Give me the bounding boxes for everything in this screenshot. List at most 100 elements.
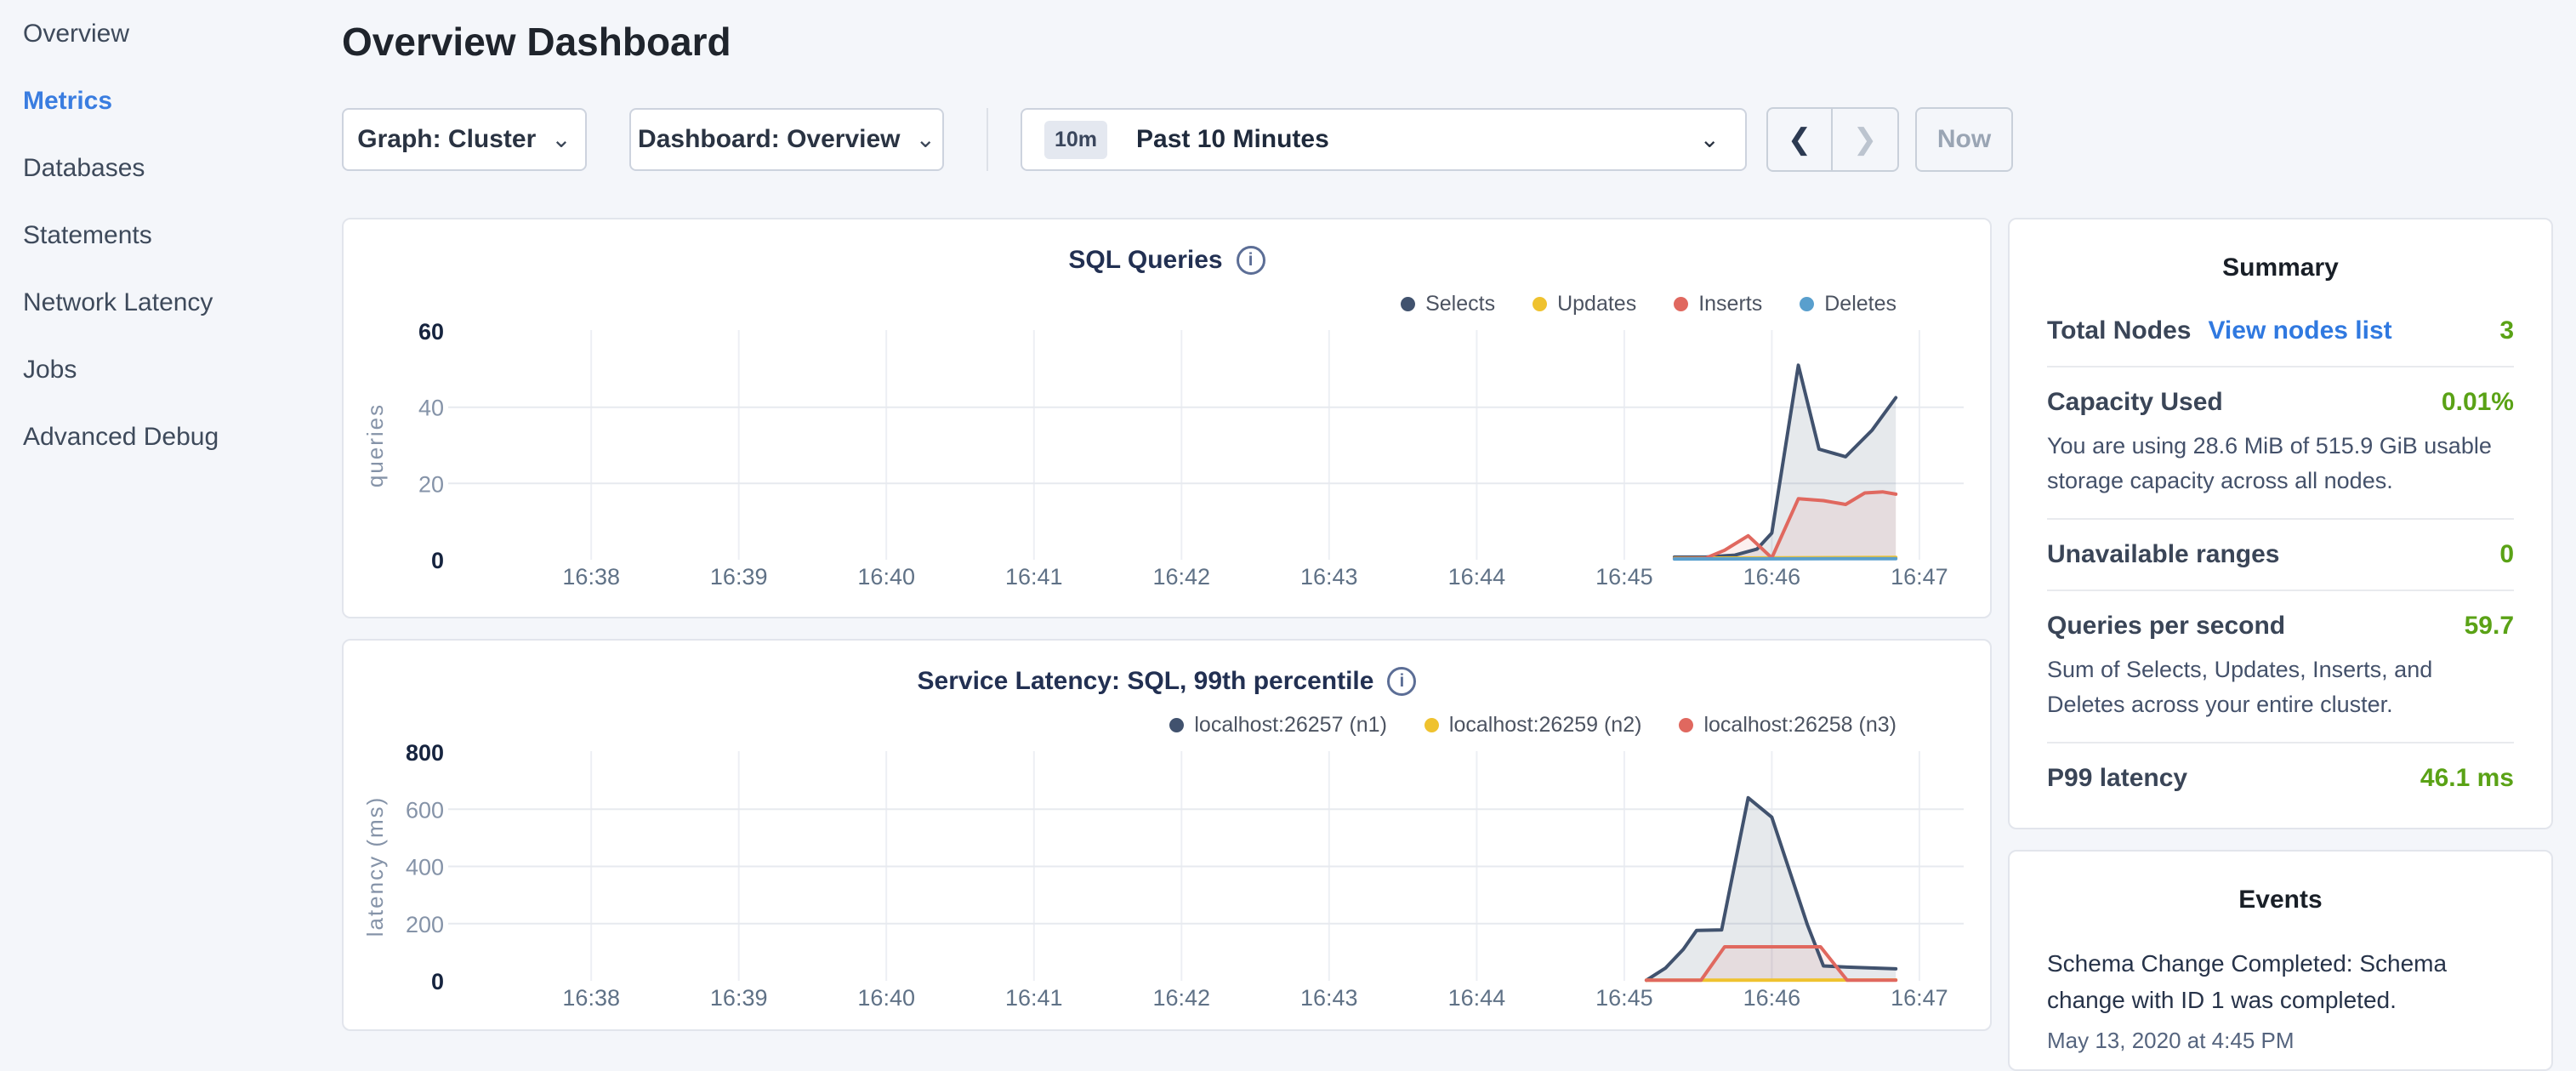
summary-row-value: 3 [2499, 316, 2514, 345]
view-nodes-list-link[interactable]: View nodes list [2208, 316, 2391, 345]
graph-dropdown[interactable]: Graph: Cluster ⌄ [342, 108, 587, 171]
chevron-right-icon: ❯ [1853, 122, 1878, 157]
svg-text:16:38: 16:38 [562, 985, 620, 1011]
legend-dot-icon [1424, 718, 1439, 732]
legend-dot-icon [1674, 297, 1688, 311]
sidebar-item-overview[interactable]: Overview [0, 0, 342, 67]
dashboard-dropdown[interactable]: Dashboard: Overview ⌄ [629, 108, 944, 171]
legend-item: localhost:26258 (n3) [1679, 713, 1896, 738]
summary-panel: Summary Total Nodes View nodes list 3 Ca… [2008, 218, 2553, 829]
summary-row-label: Total Nodes [2047, 316, 2191, 345]
chart-title: SQL Queries [1068, 246, 1222, 275]
svg-text:16:47: 16:47 [1891, 564, 1948, 590]
summary-row-total-nodes: Total Nodes View nodes list 3 [2047, 296, 2514, 367]
legend-item: Deletes [1800, 292, 1896, 316]
time-step-buttons: ❮ ❯ [1766, 107, 1899, 172]
summary-row-unavailable-ranges: Unavailable ranges 0 [2047, 520, 2514, 591]
service-latency-plot[interactable]: 16:3816:3916:4016:4116:4216:4316:4416:45… [344, 743, 1990, 1023]
svg-text:16:44: 16:44 [1448, 564, 1506, 590]
chart-title: Service Latency: SQL, 99th percentile [918, 667, 1374, 696]
svg-text:queries: queries [362, 403, 388, 487]
summary-row-label: P99 latency [2047, 764, 2187, 793]
legend-dot-icon [1800, 297, 1814, 311]
summary-row-queries-per-second: Queries per second 59.7 Sum of Selects, … [2047, 591, 2514, 743]
time-range-badge: 10m [1044, 121, 1107, 159]
legend-dot-icon [1679, 718, 1693, 732]
summary-row-value: 59.7 [2465, 612, 2514, 641]
content-area: SQL Queries i SelectsUpdatesInsertsDelet… [342, 218, 2576, 1071]
page-title: Overview Dashboard [342, 19, 2576, 65]
summary-row-label: Queries per second [2047, 612, 2285, 641]
chevron-down-icon: ⌄ [1700, 128, 1720, 151]
now-button[interactable]: Now [1915, 107, 2013, 172]
svg-text:0: 0 [431, 548, 444, 573]
summary-row-p99-latency: P99 latency 46.1 ms [2047, 743, 2514, 813]
svg-text:0: 0 [431, 969, 444, 994]
event-item-text[interactable]: Schema Change Completed: Schema change w… [2047, 945, 2514, 1019]
legend-item: localhost:26259 (n2) [1424, 713, 1642, 738]
summary-row-label: Capacity Used [2047, 388, 2223, 417]
next-time-button[interactable]: ❯ [1833, 109, 1897, 170]
svg-text:600: 600 [406, 797, 444, 823]
sidebar-item-advanced-debug[interactable]: Advanced Debug [0, 403, 342, 470]
service-latency-chart-card: Service Latency: SQL, 99th percentile i … [342, 639, 1992, 1031]
svg-text:16:39: 16:39 [710, 985, 768, 1011]
event-item-timestamp: May 13, 2020 at 4:45 PM [2047, 1028, 2514, 1054]
chart-legend: localhost:26257 (n1) localhost:26259 (n2)… [344, 710, 1990, 739]
svg-text:60: 60 [418, 322, 444, 345]
legend-label: localhost:26257 (n1) [1194, 713, 1387, 738]
toolbar: Graph: Cluster ⌄ Dashboard: Overview ⌄ 1… [342, 107, 2576, 172]
info-icon[interactable]: i [1237, 246, 1265, 275]
graph-dropdown-label: Graph: Cluster [357, 125, 536, 154]
summary-title: Summary [2047, 254, 2514, 282]
chart-title-row: Service Latency: SQL, 99th percentile i [344, 664, 1990, 698]
summary-row-capacity-used: Capacity Used 0.01% You are using 28.6 M… [2047, 367, 2514, 520]
sidebar-item-statements[interactable]: Statements [0, 202, 342, 269]
svg-text:latency (ms): latency (ms) [362, 796, 388, 937]
legend-label: Inserts [1698, 292, 1762, 316]
sidebar: OverviewMetricsDatabasesStatementsNetwor… [0, 0, 342, 1051]
sql-queries-plot[interactable]: 16:3816:3916:4016:4116:4216:4316:4416:45… [344, 322, 1990, 602]
sidebar-item-jobs[interactable]: Jobs [0, 336, 342, 403]
events-panel: Events Schema Change Completed: Schema c… [2008, 850, 2553, 1071]
legend-label: Selects [1425, 292, 1495, 316]
svg-text:200: 200 [406, 912, 444, 937]
svg-text:16:41: 16:41 [1005, 564, 1063, 590]
right-column: Summary Total Nodes View nodes list 3 Ca… [2008, 218, 2553, 1071]
summary-row-value: 46.1 ms [2420, 764, 2514, 793]
dashboard-dropdown-label: Dashboard: Overview [638, 125, 900, 154]
svg-text:16:45: 16:45 [1595, 985, 1653, 1011]
legend-item: localhost:26257 (n1) [1169, 713, 1387, 738]
prev-time-button[interactable]: ❮ [1768, 109, 1833, 170]
svg-text:16:42: 16:42 [1153, 985, 1211, 1011]
time-range-label: Past 10 Minutes [1136, 125, 1329, 154]
chart-title-row: SQL Queries i [344, 243, 1990, 277]
summary-row-description: You are using 28.6 MiB of 515.9 GiB usab… [2047, 429, 2514, 498]
svg-text:40: 40 [418, 396, 444, 421]
svg-text:16:39: 16:39 [710, 564, 768, 590]
legend-label: Deletes [1824, 292, 1896, 316]
svg-text:16:43: 16:43 [1300, 985, 1358, 1011]
sidebar-item-databases[interactable]: Databases [0, 134, 342, 202]
sidebar-item-network-latency[interactable]: Network Latency [0, 269, 342, 336]
legend-dot-icon [1169, 718, 1184, 732]
sidebar-item-metrics[interactable]: Metrics [0, 67, 342, 134]
toolbar-divider [987, 108, 988, 171]
legend-label: localhost:26258 (n3) [1703, 713, 1896, 738]
svg-text:400: 400 [406, 855, 444, 880]
legend-label: localhost:26259 (n2) [1449, 713, 1642, 738]
svg-text:16:44: 16:44 [1448, 985, 1506, 1011]
events-title: Events [2047, 886, 2514, 914]
svg-text:16:46: 16:46 [1743, 985, 1801, 1011]
time-range-selector[interactable]: 10m Past 10 Minutes ⌄ [1021, 108, 1747, 171]
chart-legend: SelectsUpdatesInsertsDeletes [344, 289, 1990, 318]
chevron-left-icon: ❮ [1788, 122, 1812, 157]
svg-text:16:38: 16:38 [562, 564, 620, 590]
main-content: Overview Dashboard Graph: Cluster ⌄ Dash… [342, 0, 2576, 1051]
svg-text:16:41: 16:41 [1005, 985, 1063, 1011]
svg-text:16:46: 16:46 [1743, 564, 1801, 590]
info-icon[interactable]: i [1387, 667, 1416, 696]
svg-text:16:42: 16:42 [1153, 564, 1211, 590]
summary-row-value: 0.01% [2442, 388, 2514, 417]
charts-column: SQL Queries i SelectsUpdatesInsertsDelet… [342, 218, 1992, 1071]
